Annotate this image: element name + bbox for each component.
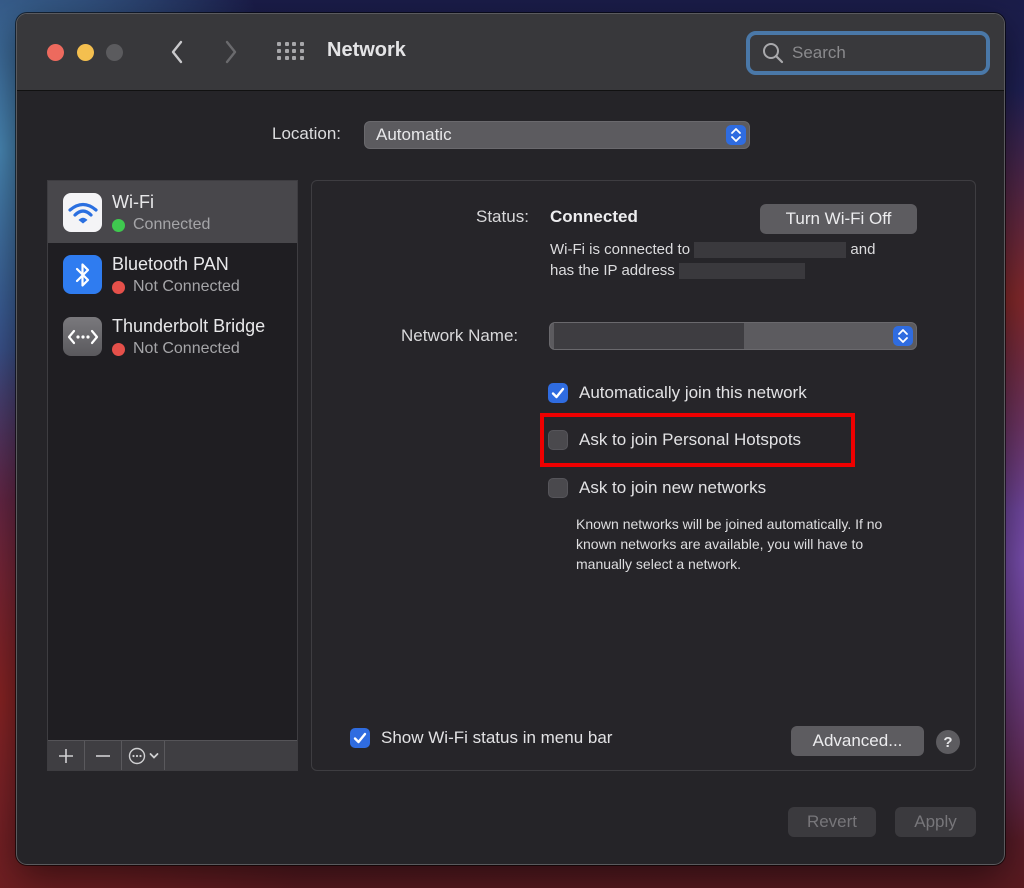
checkbox-label: Show Wi-Fi status in menu bar xyxy=(381,728,613,747)
chevron-down-icon xyxy=(149,752,158,759)
service-status: Connected xyxy=(112,216,210,234)
titlebar: Network xyxy=(17,14,1004,91)
auto-join-checkbox-row[interactable]: Automatically join this network xyxy=(548,383,807,403)
status-value: Connected xyxy=(550,207,638,226)
checkmark-icon xyxy=(551,387,565,399)
status-text: Not Connected xyxy=(133,278,240,295)
plus-icon xyxy=(59,748,73,763)
window-title: Network xyxy=(327,39,406,61)
zoom-button[interactable] xyxy=(106,44,123,61)
chevron-left-icon xyxy=(171,40,183,64)
apply-button[interactable]: Apply xyxy=(895,807,976,837)
status-text: Not Connected xyxy=(133,340,240,357)
ellipsis-circle-icon xyxy=(128,747,145,764)
service-item-thunderbolt-bridge[interactable]: Thunderbolt Bridge Not Connected xyxy=(48,305,297,367)
back-button[interactable] xyxy=(165,38,189,66)
redacted-ip-address xyxy=(678,263,805,280)
status-text: Connected xyxy=(133,216,211,233)
conn-text: has the IP address xyxy=(550,262,675,279)
redacted-network-name xyxy=(554,323,744,349)
search-icon xyxy=(763,43,784,64)
turn-wifi-off-button[interactable]: Turn Wi-Fi Off xyxy=(760,204,917,234)
service-name: Thunderbolt Bridge xyxy=(112,316,266,336)
service-action-menu-button[interactable] xyxy=(122,741,165,770)
status-label: Status: xyxy=(476,207,529,226)
checkbox-label: Ask to join Personal Hotspots xyxy=(579,430,802,449)
service-item-wifi[interactable]: Wi-Fi Connected xyxy=(48,181,297,243)
network-name-label: Network Name: xyxy=(401,326,519,345)
auto-join-checkbox[interactable] xyxy=(548,383,568,403)
new-networks-checkbox[interactable] xyxy=(548,478,568,498)
new-networks-checkbox-row[interactable]: Ask to join new networks xyxy=(548,478,766,498)
minimize-button[interactable] xyxy=(77,44,94,61)
help-button[interactable]: ? xyxy=(936,730,960,754)
show-status-checkbox[interactable] xyxy=(350,728,370,748)
location-select[interactable]: Automatic xyxy=(364,121,750,149)
advanced-button[interactable]: Advanced... xyxy=(791,726,924,756)
redacted-network-name xyxy=(694,242,847,259)
service-list-toolbar xyxy=(48,740,297,770)
thunderbolt-bridge-icon xyxy=(63,317,102,356)
checkbox-label: Automatically join this network xyxy=(579,383,807,402)
service-name: Bluetooth PAN xyxy=(112,254,229,274)
service-name: Wi-Fi xyxy=(112,192,154,212)
bluetooth-icon xyxy=(63,255,102,294)
show-all-grid-icon[interactable] xyxy=(277,42,304,62)
network-preferences-window: Network Location: Automatic Wi-Fi Connec… xyxy=(16,13,1005,865)
close-button[interactable] xyxy=(47,44,64,61)
chevron-right-icon xyxy=(225,40,237,64)
conn-text: and xyxy=(850,241,876,258)
personal-hotspots-checkbox-row[interactable]: Ask to join Personal Hotspots xyxy=(548,430,801,450)
conn-text: Wi-Fi is connected to xyxy=(550,241,691,258)
personal-hotspots-checkbox[interactable] xyxy=(548,430,568,450)
checkmark-icon xyxy=(353,732,367,744)
wifi-icon xyxy=(63,193,102,232)
service-list: Wi-Fi Connected Bluetooth PAN Not Connec… xyxy=(47,180,298,771)
connection-description: Wi-Fi is connected to and has the IP add… xyxy=(550,239,930,281)
wifi-detail-panel: Status: Connected Turn Wi-Fi Off Wi-Fi i… xyxy=(311,180,976,771)
show-status-checkbox-row[interactable]: Show Wi-Fi status in menu bar xyxy=(350,728,612,748)
known-networks-help-text: Known networks will be joined automatica… xyxy=(576,516,883,572)
updown-chevron-icon xyxy=(893,326,913,346)
status-dot-icon xyxy=(112,218,125,232)
minus-icon xyxy=(96,754,110,757)
service-status: Not Connected xyxy=(112,278,240,296)
service-status: Not Connected xyxy=(112,340,240,358)
forward-button[interactable] xyxy=(219,38,243,66)
status-dot-icon xyxy=(112,280,125,294)
location-value: Automatic xyxy=(376,125,452,144)
location-label: Location: xyxy=(272,124,341,143)
add-service-button[interactable] xyxy=(48,741,85,770)
checkbox-label: Ask to join new networks xyxy=(579,478,767,497)
search-input[interactable] xyxy=(792,43,962,63)
remove-service-button[interactable] xyxy=(85,741,122,770)
search-field[interactable] xyxy=(746,31,990,75)
revert-button[interactable]: Revert xyxy=(788,807,876,837)
network-name-select[interactable] xyxy=(549,322,917,350)
service-item-bluetooth-pan[interactable]: Bluetooth PAN Not Connected xyxy=(48,243,297,305)
updown-chevron-icon xyxy=(726,125,746,145)
status-dot-icon xyxy=(112,342,125,356)
